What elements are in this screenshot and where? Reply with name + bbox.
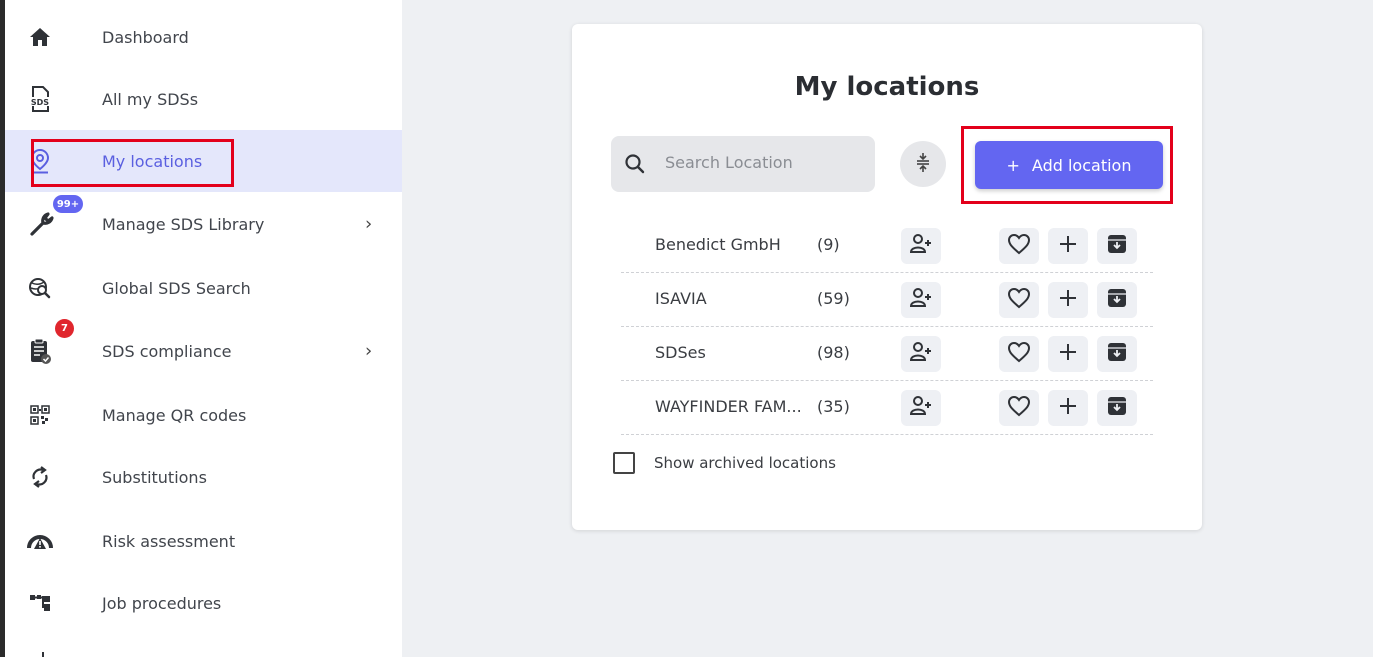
plus-icon bbox=[1058, 288, 1078, 312]
sidebar-item-label: My locations bbox=[102, 151, 203, 171]
sidebar-item-all-sdss[interactable]: SDS All my SDSs bbox=[5, 68, 402, 130]
favorite-button[interactable] bbox=[999, 282, 1039, 318]
location-count: (35) bbox=[817, 397, 850, 416]
hierarchy-icon bbox=[27, 590, 53, 616]
add-sublocation-button[interactable] bbox=[1048, 228, 1088, 264]
archive-button[interactable] bbox=[1097, 390, 1137, 426]
location-count: (98) bbox=[817, 343, 850, 362]
location-row[interactable]: WAYFINDER FAM... (35) bbox=[621, 381, 1153, 435]
search-box bbox=[611, 136, 875, 192]
sidebar-item-label: All my SDSs bbox=[102, 89, 199, 109]
add-location-button[interactable]: + Add location bbox=[975, 141, 1163, 189]
location-row[interactable]: SDSes (98) bbox=[621, 327, 1153, 381]
add-user-button[interactable] bbox=[901, 336, 941, 372]
sidebar-item-label: Manage SDS Library bbox=[102, 214, 265, 234]
plus-icon bbox=[1058, 234, 1078, 258]
add-user-icon bbox=[909, 341, 933, 367]
sort-icon bbox=[914, 151, 932, 177]
archive-icon bbox=[1107, 342, 1127, 366]
sidebar-item-label: Risk assessment bbox=[102, 531, 236, 551]
location-row[interactable]: Benedict GmbH (9) bbox=[621, 219, 1153, 273]
sds-document-icon: SDS bbox=[27, 86, 53, 112]
sort-button[interactable] bbox=[900, 141, 946, 187]
archive-button[interactable] bbox=[1097, 228, 1137, 264]
show-archived-checkbox[interactable] bbox=[613, 452, 635, 474]
location-count: (9) bbox=[817, 235, 840, 254]
show-archived-toggle[interactable]: Show archived locations bbox=[613, 452, 836, 474]
wrench-icon bbox=[29, 211, 55, 237]
add-user-icon bbox=[909, 287, 933, 313]
add-sublocation-button[interactable] bbox=[1048, 282, 1088, 318]
chevron-right-icon: › bbox=[365, 213, 373, 235]
archive-button[interactable] bbox=[1097, 282, 1137, 318]
add-user-button[interactable] bbox=[901, 390, 941, 426]
sidebar-item-substitutions[interactable]: Substitutions bbox=[5, 446, 402, 508]
sidebar-item-label: Dashboard bbox=[102, 27, 189, 47]
heart-icon bbox=[1007, 341, 1031, 367]
location-count: (59) bbox=[817, 289, 850, 308]
risk-gauge-icon bbox=[27, 528, 53, 554]
archive-icon bbox=[1107, 288, 1127, 312]
search-icon bbox=[623, 152, 647, 176]
add-user-icon bbox=[909, 233, 933, 259]
global-search-icon bbox=[27, 275, 53, 301]
location-row[interactable]: ISAVIA (59) bbox=[621, 273, 1153, 327]
qr-code-icon bbox=[27, 402, 53, 428]
heart-icon bbox=[1007, 395, 1031, 421]
sidebar-item-label: Manage QR codes bbox=[102, 405, 247, 425]
page-title: My locations bbox=[794, 72, 980, 102]
favorite-button[interactable] bbox=[999, 390, 1039, 426]
location-name[interactable]: SDSes bbox=[655, 343, 706, 362]
sidebar-item-risk-assessment[interactable]: Risk assessment bbox=[5, 510, 402, 572]
sidebar-item-dashboard[interactable]: Dashboard bbox=[5, 6, 402, 68]
location-name[interactable]: ISAVIA bbox=[655, 289, 707, 308]
search-input[interactable] bbox=[665, 153, 865, 172]
sidebar-item-label: Global SDS Search bbox=[102, 278, 251, 298]
add-user-button[interactable] bbox=[901, 228, 941, 264]
archive-icon bbox=[1107, 396, 1127, 420]
sidebar-item-manage-qr-codes[interactable]: Manage QR codes bbox=[5, 384, 402, 446]
sidebar-item-label: SDS compliance bbox=[102, 341, 232, 361]
sidebar-item-label: Substitutions bbox=[102, 467, 207, 487]
sidebar-item-my-locations[interactable]: My locations bbox=[5, 130, 402, 192]
archive-icon bbox=[1107, 234, 1127, 258]
location-pin-icon bbox=[27, 148, 53, 174]
sidebar-item-job-procedures[interactable]: Job procedures bbox=[5, 572, 402, 634]
location-name[interactable]: WAYFINDER FAM... bbox=[655, 397, 802, 416]
location-name[interactable]: Benedict GmbH bbox=[655, 235, 781, 254]
show-archived-label: Show archived locations bbox=[654, 454, 836, 472]
plus-icon: + bbox=[1006, 155, 1020, 175]
locations-card: My locations + Add location Benedict Gmb… bbox=[572, 24, 1202, 530]
add-sublocation-button[interactable] bbox=[1048, 336, 1088, 372]
compliance-count-badge: 7 bbox=[55, 319, 74, 338]
archive-button[interactable] bbox=[1097, 336, 1137, 372]
favorite-button[interactable] bbox=[999, 336, 1039, 372]
home-icon bbox=[27, 24, 53, 50]
plus-icon bbox=[1058, 342, 1078, 366]
add-user-button[interactable] bbox=[901, 282, 941, 318]
sidebar-item-global-sds-search[interactable]: Global SDS Search bbox=[5, 257, 402, 319]
partial-nav-icon bbox=[42, 652, 44, 657]
clipboard-check-icon bbox=[27, 338, 53, 364]
add-location-label: Add location bbox=[1031, 155, 1132, 175]
add-user-icon bbox=[909, 395, 933, 421]
sidebar-item-label: Job procedures bbox=[102, 593, 222, 613]
heart-icon bbox=[1007, 287, 1031, 313]
svg-text:SDS: SDS bbox=[31, 98, 49, 107]
add-sublocation-button[interactable] bbox=[1048, 390, 1088, 426]
swap-arrows-icon bbox=[27, 464, 53, 490]
plus-icon bbox=[1058, 396, 1078, 420]
chevron-right-icon: › bbox=[365, 340, 373, 362]
heart-icon bbox=[1007, 233, 1031, 259]
favorite-button[interactable] bbox=[999, 228, 1039, 264]
library-count-badge: 99+ bbox=[53, 195, 83, 213]
